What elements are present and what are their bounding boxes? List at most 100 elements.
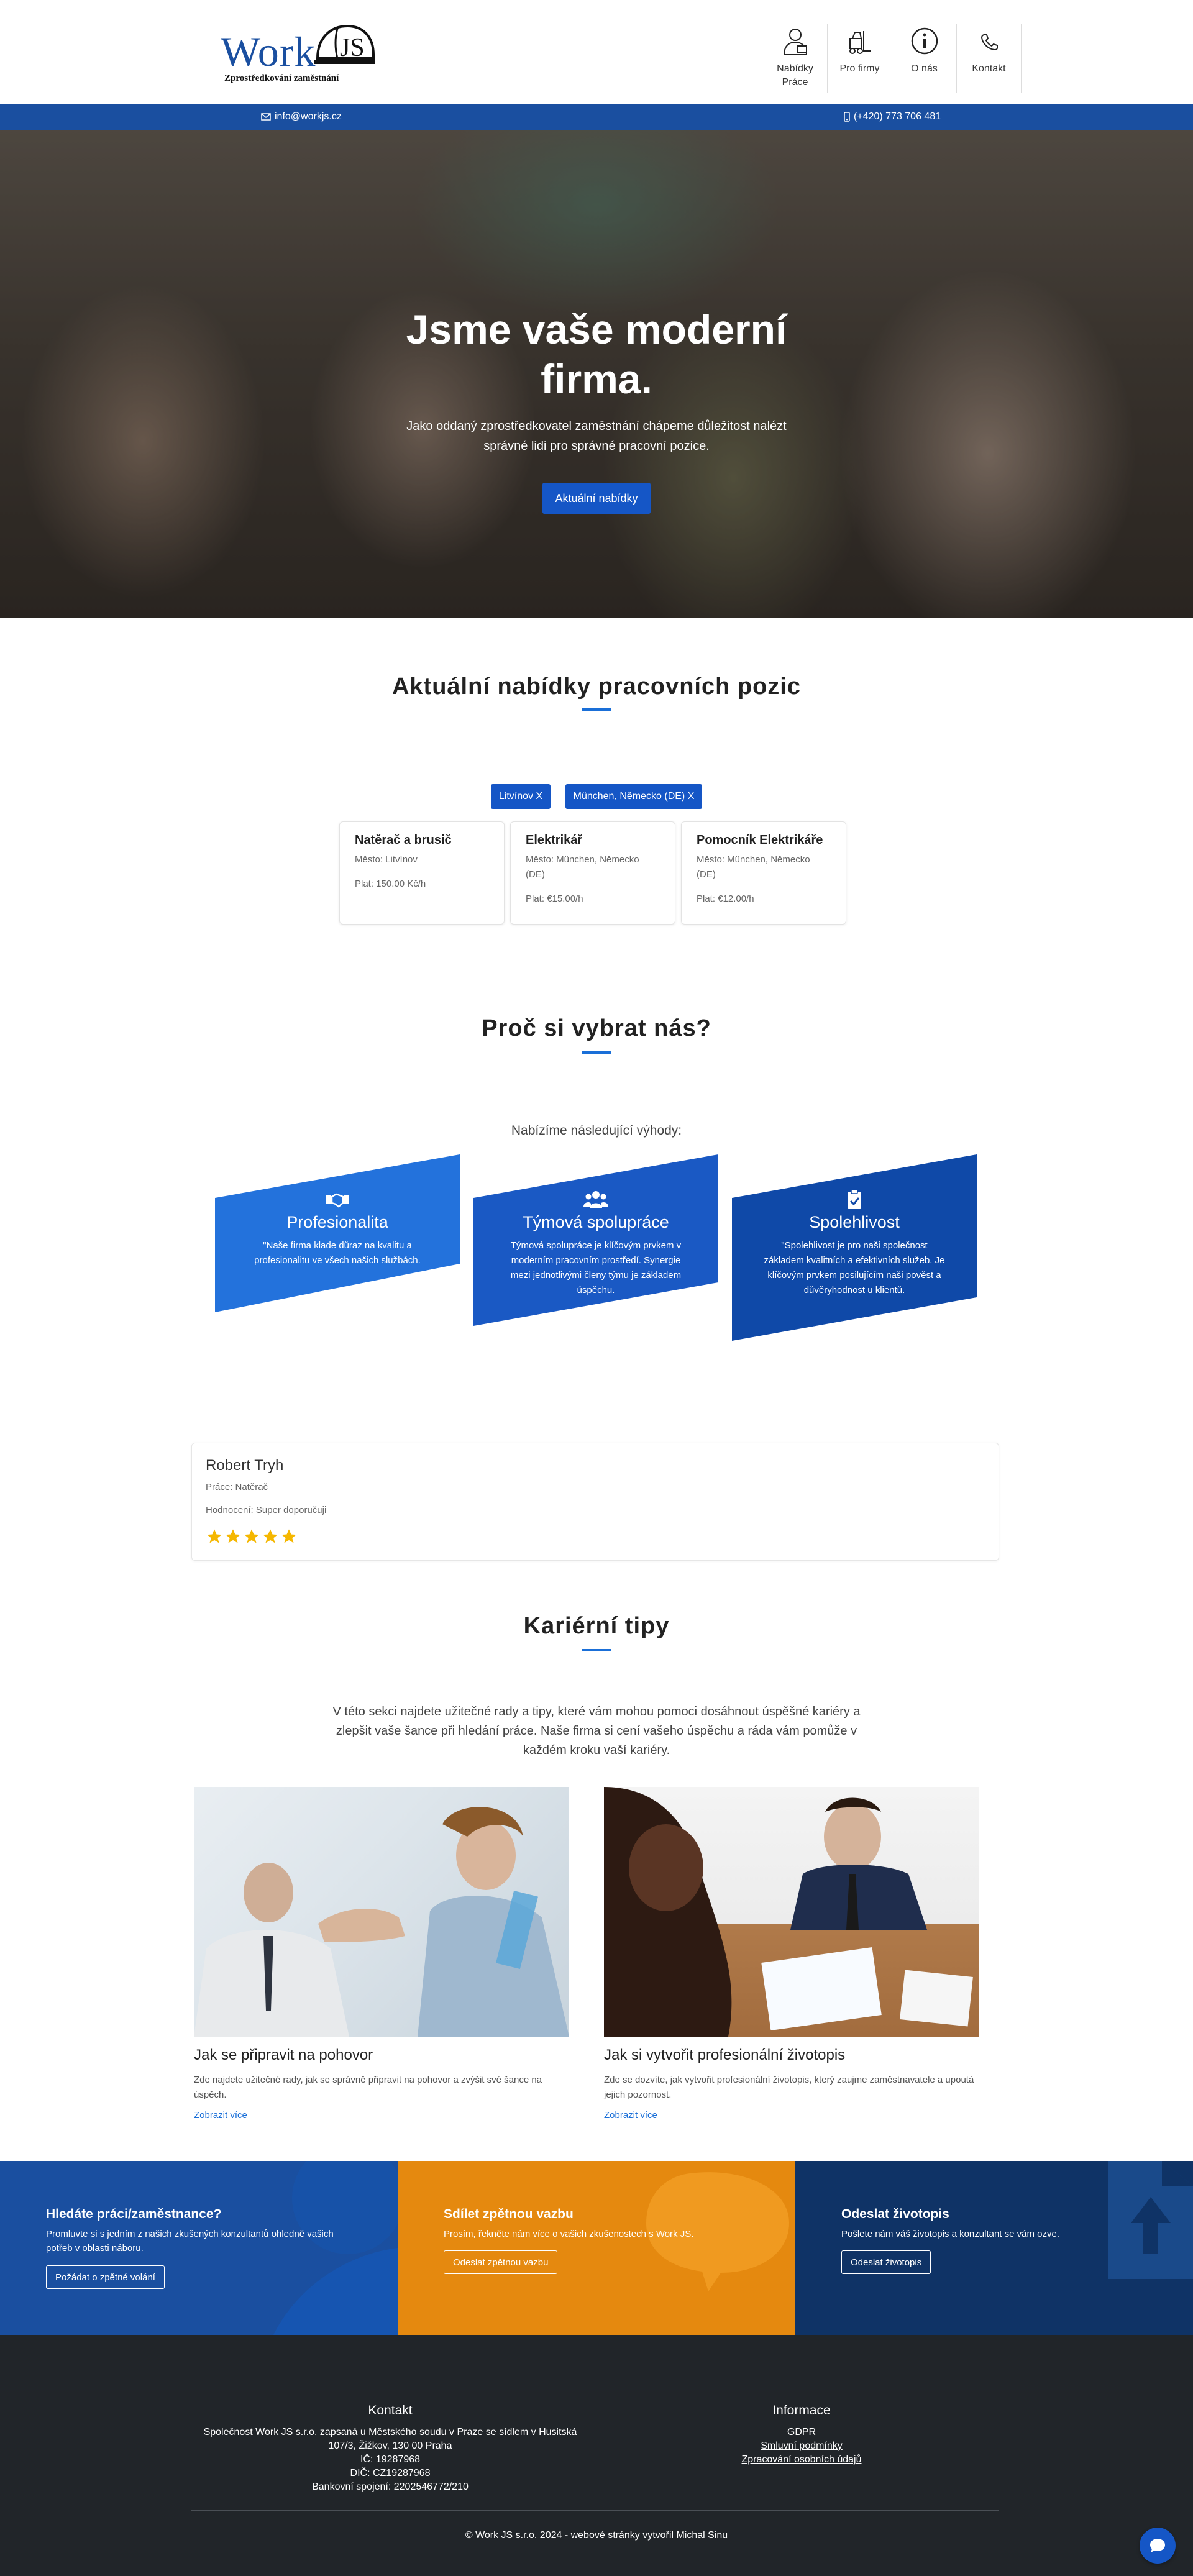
- logo-tagline: Zprostředkování zaměstnání: [224, 73, 339, 83]
- clipboard-check-icon: [848, 1189, 861, 1209]
- current-offers-button[interactable]: Aktuální nabídky: [542, 483, 651, 514]
- job-title: Elektrikář: [526, 833, 583, 847]
- cta-title: Odeslat životopis: [841, 2207, 949, 2221]
- section-title: Kariérní tipy: [523, 1613, 670, 1639]
- star-icon: [226, 1529, 240, 1543]
- show-more-link[interactable]: Zobrazit více: [604, 2110, 979, 2121]
- footer-contact-line: Bankovní spojení: 2202546772/210: [312, 2482, 469, 2492]
- job-title: Pomocník Elektrikáře: [697, 833, 823, 847]
- tip-title: Jak si vytvořit profesionální životopis: [604, 2047, 846, 2063]
- section-title: Proč si vybrat nás?: [482, 1015, 711, 1041]
- copyright: © Work JS s.r.o. 2024 - webové stránky v…: [0, 2530, 1193, 2541]
- phone-icon: [980, 34, 998, 51]
- footer-contact-line: Společnost Work JS s.r.o. zapsaná u Měst…: [203, 2427, 577, 2437]
- hero-banner: Jsme vaše moderní firma. Jako oddaný zpr…: [0, 130, 1193, 618]
- job-card[interactable]: Natěrač a brusič Město: Litvínov Plat: 1…: [339, 821, 505, 925]
- email-link[interactable]: info@workjs.cz: [261, 111, 342, 122]
- footer-contact-line: DIČ: CZ19287968: [350, 2468, 431, 2478]
- filter-tag-litvinov[interactable]: Litvínov X: [491, 784, 551, 809]
- star-icon: [244, 1529, 259, 1543]
- svg-text:JS: JS: [340, 34, 365, 62]
- benefit-card-reliability: Spolehlivost "Spolehlivost je pro naši s…: [732, 1154, 977, 1341]
- testimonial-section: Robert Tryh Práce: Natěrač Hodnocení: Su…: [0, 1443, 1193, 1589]
- interview-handshake-image[interactable]: [194, 1787, 569, 2037]
- site-logo[interactable]: Work JS Zprostředkování zaměstnání: [221, 24, 376, 93]
- section-underline: [582, 1649, 611, 1651]
- cta-feedback: Sdílet zpětnou vazbu Prosím, řekněte nám…: [398, 2161, 795, 2335]
- tip-text: Zde najdete užitečné rady, jak se správn…: [194, 2075, 542, 2100]
- nav-item-label: Kontakt: [972, 63, 1006, 74]
- copyright-text: © Work JS s.r.o. 2024 - webové stránky v…: [465, 2530, 674, 2541]
- nav-item-jobs[interactable]: Nabídky Práce: [763, 24, 828, 93]
- team-icon: [583, 1191, 608, 1208]
- cta-text: Promluvte si s jedním z našich zkušených…: [46, 2229, 334, 2254]
- footer-link-terms[interactable]: Smluvní podmínky: [708, 2439, 895, 2453]
- tip-title: Jak se připravit na pohovor: [194, 2047, 373, 2063]
- interview-photo-illustration: [604, 1787, 973, 2037]
- chat-button[interactable]: [1140, 2528, 1176, 2564]
- speech-bubble-shape: [646, 2172, 789, 2291]
- handshake-icon: [326, 1193, 349, 1208]
- why-us-section: Proč si vybrat nás? Nabízíme následující…: [0, 1015, 1193, 1443]
- author-link[interactable]: Michal Sinu: [676, 2530, 728, 2541]
- cta-text: Pošlete nám váš životopis a konzultant s…: [841, 2229, 1060, 2239]
- info-icon: [911, 27, 938, 55]
- chat-bubble-icon: [1150, 2539, 1165, 2552]
- benefit-text: "Spolehlivost je pro naši společnost zák…: [764, 1240, 945, 1295]
- reviewer-name: Robert Tryh: [206, 1457, 284, 1474]
- send-feedback-button[interactable]: Odeslat zpětnou vazbu: [444, 2250, 558, 2274]
- main-nav: Nabídky Práce Pro firmy O nás Kontakt: [763, 24, 1022, 93]
- section-underline: [582, 708, 611, 711]
- testimonial-card: Robert Tryh Práce: Natěrač Hodnocení: Su…: [191, 1443, 999, 1561]
- job-title: Natěrač a brusič: [355, 833, 452, 847]
- site-footer: Kontakt Společnost Work JS s.r.o. zapsan…: [0, 2335, 1193, 2576]
- contact-bar: info@workjs.cz (+420) 773 706 481: [0, 104, 1193, 130]
- job-card[interactable]: Pomocník Elektrikáře Město: München, Něm…: [681, 821, 846, 925]
- cta-title: Sdílet zpětnou vazbu: [444, 2207, 574, 2221]
- forklift-icon: [849, 31, 871, 54]
- footer-contact-line: 107/3, Žižkov, 130 00 Praha: [328, 2441, 452, 2451]
- nav-item-contact[interactable]: Kontakt: [957, 24, 1022, 93]
- tips-intro: V této sekci najdete užitečné rady a tip…: [332, 1705, 861, 1757]
- job-pay: Plat: €15.00/h: [526, 893, 583, 904]
- job-city: Město: München, Německo (DE): [526, 854, 639, 880]
- footer-contact-line: IČ: 19287968: [360, 2454, 421, 2465]
- career-tips-section: Kariérní tipy V této sekci najdete užite…: [0, 1589, 1193, 2161]
- benefit-text: "Naše firma klade důraz na kvalitu a pro…: [254, 1240, 421, 1266]
- cta-title: Hledáte práci/zaměstnance?: [46, 2207, 222, 2221]
- upload-file-icon: [1108, 2161, 1193, 2279]
- job-card[interactable]: Elektrikář Město: München, Německo (DE) …: [510, 821, 675, 925]
- filter-tag-munchen[interactable]: München, Německo (DE) X: [565, 784, 702, 809]
- call-to-action-band: Hledáte práci/zaměstnance? Promluvte si …: [0, 2161, 1193, 2335]
- envelope-icon: [261, 113, 271, 121]
- request-callback-button[interactable]: Požádat o zpětné volání: [46, 2265, 165, 2289]
- nav-item-companies[interactable]: Pro firmy: [828, 24, 892, 93]
- footer-link-privacy[interactable]: Zpracování osobních údajů: [708, 2453, 895, 2467]
- show-more-link[interactable]: Zobrazit více: [194, 2110, 569, 2121]
- job-city: Město: München, Německo (DE): [697, 854, 810, 880]
- benefit-card-teamwork: Týmová spolupráce Týmová spolupráce je k…: [473, 1154, 718, 1326]
- logo-helmet-icon: JS: [314, 24, 375, 64]
- cta-text: Prosím, řekněte nám více o vašich zkušen…: [444, 2229, 694, 2239]
- email-text: info@workjs.cz: [275, 111, 342, 122]
- tip-card-interview: Jak se připravit na pohovor Zde najdete …: [194, 1787, 569, 2121]
- benefit-card-professionalism: Profesionalita "Naše firma klade důraz n…: [215, 1154, 460, 1312]
- cv-interview-image[interactable]: [604, 1787, 979, 2037]
- logo-wordmark: Work: [221, 28, 316, 75]
- phone-link[interactable]: (+420) 773 706 481: [844, 111, 941, 122]
- footer-divider: [191, 2510, 999, 2511]
- benefit-text: Týmová spolupráce je klíčovým prvkem v m…: [510, 1240, 682, 1295]
- handshake-photo-illustration: [194, 1807, 569, 2037]
- site-header: Work JS Zprostředkování zaměstnání Nabíd…: [0, 0, 1193, 104]
- footer-link-gdpr[interactable]: GDPR: [708, 2426, 895, 2439]
- footer-info: Informace GDPR Smluvní podmínky Zpracová…: [708, 2403, 895, 2467]
- reviewer-job: Práce: Natěrač: [206, 1482, 268, 1492]
- cta-send-cv: Odeslat životopis Pošlete nám váš životo…: [795, 2161, 1193, 2335]
- send-cv-button[interactable]: Odeslat životopis: [841, 2250, 931, 2274]
- hero-text: Jako oddaný zprostředkovatel zaměstnání …: [406, 419, 787, 453]
- nav-item-about[interactable]: O nás: [892, 24, 957, 93]
- section-title: Aktuální nabídky pracovních pozic: [391, 674, 801, 700]
- benefit-title: Týmová spolupráce: [523, 1213, 669, 1231]
- job-city: Město: Litvínov: [355, 854, 418, 865]
- job-pay: Plat: 150.00 Kč/h: [355, 879, 426, 889]
